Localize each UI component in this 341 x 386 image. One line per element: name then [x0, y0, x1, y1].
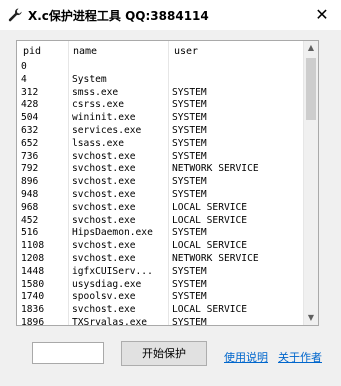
- process-user: SYSTEM: [172, 227, 207, 239]
- process-user: SYSTEM: [172, 188, 207, 200]
- process-name: svchost.exe: [72, 240, 136, 252]
- pid-input[interactable]: [32, 342, 104, 364]
- process-pid: 1896: [21, 316, 45, 326]
- process-pid: 1448: [21, 265, 45, 277]
- process-row[interactable]: 896 svchost.exe SYSTEM: [17, 176, 305, 189]
- process-name: wininit.exe: [72, 112, 136, 124]
- vertical-scrollbar[interactable]: ▲ ▼: [303, 41, 318, 325]
- process-user: SYSTEM: [172, 112, 207, 124]
- process-user: NETWORK SERVICE: [172, 252, 259, 264]
- scroll-thumb[interactable]: [306, 58, 316, 120]
- process-name: usysdiag.exe: [72, 278, 142, 290]
- process-user: LOCAL SERVICE: [172, 214, 248, 226]
- process-row[interactable]: 1448 igfxCUIServ... SYSTEM: [17, 266, 305, 279]
- process-user: NETWORK SERVICE: [172, 163, 259, 175]
- process-pid: 1836: [21, 304, 45, 316]
- process-pid: 516: [21, 227, 39, 239]
- process-user: SYSTEM: [172, 86, 207, 98]
- process-row[interactable]: 452 svchost.exe LOCAL SERVICE: [17, 215, 305, 228]
- process-user: SYSTEM: [172, 291, 207, 303]
- start-protect-button[interactable]: 开始保护: [121, 341, 207, 366]
- process-list[interactable]: pid name user 0 4 System 312 smss.exe SYSTEM 4…: [16, 40, 319, 326]
- process-row[interactable]: 968 svchost.exe LOCAL SERVICE: [17, 202, 305, 215]
- process-row[interactable]: 632 services.exe SYSTEM: [17, 125, 305, 138]
- process-user: SYSTEM: [172, 176, 207, 188]
- close-button[interactable]: ✕: [313, 6, 331, 24]
- process-name: svchost.exe: [72, 176, 136, 188]
- process-row[interactable]: 428 csrss.exe SYSTEM: [17, 99, 305, 112]
- process-pid: 504: [21, 112, 39, 124]
- process-row[interactable]: 1108 svchost.exe LOCAL SERVICE: [17, 240, 305, 253]
- wrench-icon: [8, 8, 22, 22]
- column-header-name[interactable]: name: [73, 46, 97, 60]
- process-row[interactable]: 1896 TXSrvalas.exe SYSTEM: [17, 316, 305, 326]
- process-name: smss.exe: [72, 86, 119, 98]
- process-name: lsass.exe: [72, 137, 124, 149]
- process-user: SYSTEM: [172, 316, 207, 326]
- process-pid: 896: [21, 176, 39, 188]
- process-row[interactable]: 736 svchost.exe SYSTEM: [17, 151, 305, 164]
- process-name: HipsDaemon.exe: [72, 227, 153, 239]
- process-name: svchost.exe: [72, 252, 136, 264]
- process-name: csrss.exe: [72, 99, 124, 111]
- process-pid: 792: [21, 163, 39, 175]
- about-author-link[interactable]: 关于作者: [278, 349, 322, 365]
- process-pid: 4: [21, 73, 27, 85]
- process-pid: 452: [21, 214, 39, 226]
- process-row[interactable]: 504 wininit.exe SYSTEM: [17, 112, 305, 125]
- process-rows: 0 4 System 312 smss.exe SYSTEM 428 csrss.exe SYS…: [17, 61, 305, 326]
- column-header-pid[interactable]: pid: [23, 46, 41, 60]
- process-pid: 1740: [21, 291, 45, 303]
- process-row[interactable]: 1836 svchost.exe LOCAL SERVICE: [17, 304, 305, 317]
- process-name: igfxCUIServ...: [72, 265, 153, 277]
- process-user: SYSTEM: [172, 150, 207, 162]
- scroll-down-icon[interactable]: ▼: [304, 311, 318, 325]
- process-user: SYSTEM: [172, 278, 207, 290]
- process-pid: 1580: [21, 278, 45, 290]
- process-user: SYSTEM: [172, 137, 207, 149]
- process-name: TXSrvalas.exe: [72, 316, 148, 326]
- process-pid: 736: [21, 150, 39, 162]
- process-row[interactable]: 948 svchost.exe SYSTEM: [17, 189, 305, 202]
- process-pid: 632: [21, 124, 39, 136]
- scroll-up-icon[interactable]: ▲: [304, 41, 318, 55]
- process-list-header: pid name user: [17, 41, 305, 61]
- process-row[interactable]: 1208 svchost.exe NETWORK SERVICE: [17, 253, 305, 266]
- process-name: svchost.exe: [72, 201, 136, 213]
- process-user: LOCAL SERVICE: [172, 304, 248, 316]
- process-row[interactable]: 1740 spoolsv.exe SYSTEM: [17, 291, 305, 304]
- process-user: SYSTEM: [172, 124, 207, 136]
- window-title: X.c保护进程工具 QQ:3884114: [28, 9, 209, 23]
- process-row[interactable]: 516 HipsDaemon.exe SYSTEM: [17, 227, 305, 240]
- process-row[interactable]: 652 lsass.exe SYSTEM: [17, 138, 305, 151]
- process-name: svchost.exe: [72, 163, 136, 175]
- process-pid: 948: [21, 188, 39, 200]
- process-name: svchost.exe: [72, 188, 136, 200]
- process-pid: 1108: [21, 240, 45, 252]
- process-pid: 428: [21, 99, 39, 111]
- column-header-user[interactable]: user: [174, 46, 198, 60]
- process-row[interactable]: 4 System: [17, 74, 305, 87]
- process-pid: 0: [21, 61, 27, 72]
- process-row[interactable]: 0: [17, 61, 305, 74]
- process-user: LOCAL SERVICE: [172, 240, 248, 252]
- process-user: SYSTEM: [172, 265, 207, 277]
- process-name: services.exe: [72, 124, 142, 136]
- process-name: System: [72, 73, 107, 85]
- process-pid: 968: [21, 201, 39, 213]
- title-bar: X.c保护进程工具 QQ:3884114 ✕: [0, 0, 341, 30]
- process-user: LOCAL SERVICE: [172, 201, 248, 213]
- process-row[interactable]: 792 svchost.exe NETWORK SERVICE: [17, 163, 305, 176]
- process-pid: 1208: [21, 252, 45, 264]
- process-pid: 312: [21, 86, 39, 98]
- help-link[interactable]: 使用说明: [224, 349, 268, 365]
- process-row[interactable]: 312 smss.exe SYSTEM: [17, 87, 305, 100]
- process-user: SYSTEM: [172, 99, 207, 111]
- process-name: svchost.exe: [72, 214, 136, 226]
- process-name: spoolsv.exe: [72, 291, 136, 303]
- process-row[interactable]: 1580 usysdiag.exe SYSTEM: [17, 279, 305, 292]
- process-name: svchost.exe: [72, 304, 136, 316]
- process-name: svchost.exe: [72, 150, 136, 162]
- process-pid: 652: [21, 137, 39, 149]
